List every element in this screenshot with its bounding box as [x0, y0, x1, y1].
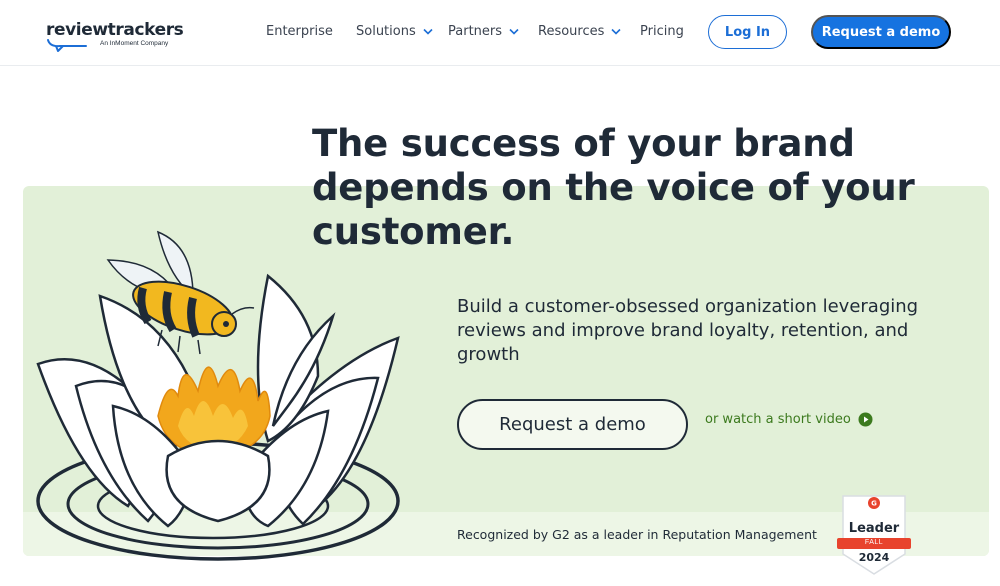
- chevron-down-icon: [509, 28, 519, 35]
- nav-label: Solutions: [356, 24, 416, 39]
- nav-solutions[interactable]: Solutions: [356, 24, 433, 39]
- nav-resources[interactable]: Resources: [538, 24, 621, 39]
- nav-partners[interactable]: Partners: [448, 24, 519, 39]
- nav-label: Resources: [538, 24, 605, 39]
- site-header: reviewtrackers An InMoment Company Enter…: [0, 0, 1000, 66]
- watch-video-label: or watch a short video: [705, 412, 851, 427]
- request-demo-hero-button[interactable]: Request a demo: [457, 399, 688, 450]
- reviewtrackers-logo[interactable]: reviewtrackers An InMoment Company: [46, 20, 184, 54]
- hero-subhead: Build a customer-obsessed organization l…: [457, 296, 919, 365]
- badge-year: 2024: [858, 551, 890, 564]
- svg-text:G: G: [871, 500, 877, 508]
- play-icon: [858, 412, 873, 427]
- g2-recognition-text: Recognized by G2 as a leader in Reputati…: [457, 527, 817, 542]
- logo-tagline: An InMoment Company: [100, 40, 169, 47]
- badge-season: FALL: [864, 539, 884, 546]
- login-button[interactable]: Log In: [708, 15, 787, 49]
- chevron-down-icon: [423, 28, 433, 35]
- request-demo-header-button[interactable]: Request a demo: [811, 15, 951, 49]
- hero-headline: The success of your brand depends on the…: [312, 122, 915, 253]
- nav-label: Partners: [448, 24, 503, 39]
- logo-swoosh-icon: [47, 39, 87, 52]
- g2-leader-badge: G Leader FALL 2024: [837, 494, 911, 576]
- chevron-down-icon: [611, 28, 621, 35]
- nav-enterprise[interactable]: Enterprise: [266, 24, 333, 39]
- g2-icon: G: [868, 497, 880, 509]
- nav-label: Pricing: [640, 24, 684, 39]
- nav-pricing[interactable]: Pricing: [640, 24, 684, 39]
- logo-wordmark: reviewtrackers: [46, 20, 184, 40]
- nav-label: Enterprise: [266, 24, 333, 39]
- lotus-bee-illustration: [36, 230, 400, 561]
- watch-video-link[interactable]: or watch a short video: [705, 412, 873, 427]
- badge-title: Leader: [848, 521, 900, 536]
